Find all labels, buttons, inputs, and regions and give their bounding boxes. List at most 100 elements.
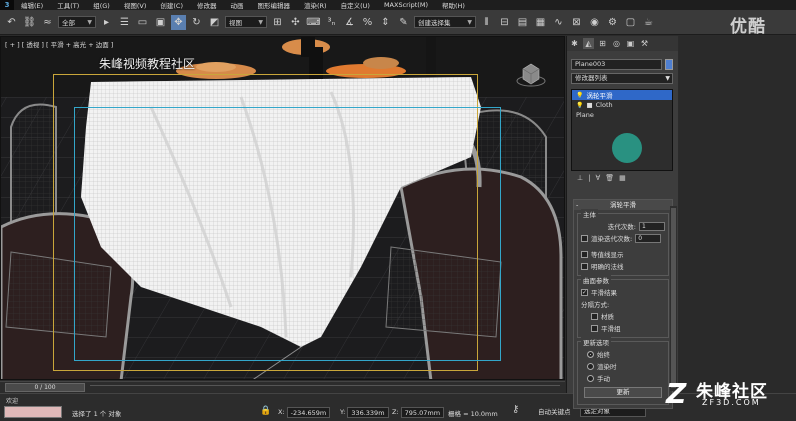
edit-named-selection-icon[interactable]: ✎ [396, 15, 411, 30]
menu-graph-editors[interactable]: 图形编辑器 [251, 0, 298, 10]
menu-group[interactable]: 组(G) [86, 0, 117, 10]
menu-edit[interactable]: 编辑(E) [14, 0, 50, 10]
rect-selection-icon[interactable]: ▭ [135, 15, 150, 30]
coord-x[interactable]: X: -234.659m [278, 406, 331, 418]
smoothing-groups-checkbox[interactable] [591, 324, 598, 332]
display-tab-icon[interactable]: ▣ [625, 38, 636, 49]
when-rendering-radio[interactable] [587, 362, 594, 370]
selection-status-text: 选择了 1 个 对象 [72, 410, 122, 418]
pin-stack-icon[interactable]: ⊥ [577, 174, 583, 184]
show-end-result-icon[interactable]: | [588, 174, 590, 184]
render-frame-icon[interactable]: ▢ [623, 15, 638, 30]
render-iters-checkbox[interactable] [581, 234, 588, 242]
materials-checkbox[interactable] [591, 312, 598, 320]
stack-item-cloth[interactable]: 💡 ■ Cloth [572, 100, 672, 110]
manually-radio[interactable] [587, 374, 594, 382]
cloth-box-icon: ■ [586, 101, 593, 109]
render-iters-spinner[interactable]: 0 [635, 233, 662, 243]
coord-z[interactable]: Z: 795.07mm [392, 406, 445, 418]
utilities-tab-icon[interactable]: ⚒ [639, 38, 650, 49]
layer-manager-icon[interactable]: ▤ [515, 15, 530, 30]
timeline-track[interactable] [90, 385, 560, 390]
maxscript-listener-label: 欢迎 [6, 398, 19, 405]
time-slider[interactable]: 0 / 100 [5, 383, 85, 392]
configure-sets-icon[interactable]: ▦ [619, 174, 626, 184]
app-logo-icon[interactable]: 3 [0, 0, 14, 10]
key-icon[interactable]: ⚷ [512, 404, 519, 415]
menu-maxscript[interactable]: MAXScript(M) [377, 1, 435, 9]
chevron-down-icon: ▼ [665, 75, 670, 82]
remove-modifier-icon[interactable]: 🗑 [605, 174, 614, 184]
hierarchy-tab-icon[interactable]: ⊞ [597, 38, 608, 49]
panel-scrollbar[interactable] [670, 206, 677, 391]
menu-animation[interactable]: 动画 [224, 0, 251, 10]
select-scale-icon[interactable]: ◩ [207, 15, 222, 30]
modify-tab-icon[interactable]: ◭ [583, 38, 594, 49]
menu-help[interactable]: 帮助(H) [435, 0, 472, 10]
object-color-swatch[interactable] [665, 59, 673, 70]
select-manipulate-icon[interactable]: ✣ [288, 15, 303, 30]
menu-modifiers[interactable]: 修改器 [190, 0, 224, 10]
coord-z-value[interactable]: 795.07mm [400, 406, 445, 418]
select-object-icon[interactable]: ▸ [99, 15, 114, 30]
viewcube-icon[interactable] [516, 59, 546, 89]
angle-snap-icon[interactable]: ∡ [342, 15, 357, 30]
curve-editor-icon[interactable]: ∿ [551, 15, 566, 30]
autokey-button[interactable]: 自动关键点 [538, 406, 571, 416]
window-crossing-icon[interactable]: ▣ [153, 15, 168, 30]
select-move-icon[interactable]: ✥ [171, 14, 186, 30]
isoline-checkbox[interactable] [581, 250, 588, 258]
menu-views[interactable]: 视图(V) [117, 0, 154, 10]
modifier-list-dropdown[interactable]: 修改器列表 ▼ [571, 73, 673, 84]
maxscript-mini-listener[interactable] [4, 406, 62, 418]
menu-customize[interactable]: 自定义(U) [334, 0, 377, 10]
update-button[interactable]: 更新 [584, 387, 662, 398]
selection-filter-dropdown[interactable]: 全部 ▼ [58, 16, 96, 28]
stack-item-plane[interactable]: Plane [572, 110, 672, 120]
menu-tools[interactable]: 工具(T) [50, 0, 86, 10]
select-by-name-icon[interactable]: ☰ [117, 15, 132, 30]
named-selection-dropdown[interactable]: 创建选择集 ▼ [414, 16, 476, 28]
mirror-icon[interactable]: ⫴ [479, 15, 494, 30]
coord-y-value[interactable]: 336.339m [347, 406, 389, 418]
stack-item-turbosmooth[interactable]: 💡 涡轮平滑 [572, 90, 672, 100]
smooth-result-checkbox[interactable]: ✓ [581, 288, 588, 296]
viewport-watermark: 朱峰视频教程社区 [99, 57, 196, 71]
align-icon[interactable]: ⊟ [497, 15, 512, 30]
coord-y[interactable]: Y: 336.339m [340, 406, 389, 418]
surface-group: 曲面参数 ✓ 平滑结果 分隔方式: 材质 平滑组 [577, 275, 669, 338]
perspective-viewport[interactable]: [ + ] [ 透视 ] [ 平滑 + 高光 + 边面 ] 朱峰视频教程社区 [0, 36, 565, 380]
viewport-label[interactable]: [ + ] [ 透视 ] [ 平滑 + 高光 + 边面 ] [5, 39, 113, 49]
explicit-normals-checkbox[interactable] [581, 262, 588, 270]
light-bulb-icon[interactable]: 💡 [576, 102, 583, 109]
schematic-view-icon[interactable]: ⊠ [569, 15, 584, 30]
link-icon[interactable]: ⛓ [22, 15, 37, 30]
motion-tab-icon[interactable]: ◎ [611, 38, 622, 49]
iterations-spinner[interactable]: 1 [639, 221, 665, 231]
light-bulb-icon[interactable]: 💡 [576, 92, 583, 99]
brand-url: ZF3D.COM [702, 398, 761, 407]
percent-snap-icon[interactable]: % [360, 15, 375, 30]
pivot-center-icon[interactable]: ⊞ [270, 15, 285, 30]
render-icon[interactable]: ☕ [641, 15, 656, 30]
menu-create[interactable]: 创建(C) [153, 0, 190, 10]
render-setup-icon[interactable]: ⚙ [605, 15, 620, 30]
menu-rendering[interactable]: 渲染(R) [297, 0, 334, 10]
collapse-icon[interactable]: - [576, 200, 578, 210]
scroll-thumb[interactable] [671, 208, 676, 388]
spinner-snap-icon[interactable]: ⇕ [378, 15, 393, 30]
graphite-toolbar-icon[interactable]: ▦ [533, 15, 548, 30]
lock-selection-icon[interactable]: 🔒 [260, 406, 271, 416]
make-unique-icon[interactable]: ∀ [595, 174, 600, 184]
undo-icon[interactable]: ↶ [4, 15, 19, 30]
snap-icon[interactable]: ³ₙ [324, 15, 339, 30]
ref-coord-dropdown[interactable]: 视图 ▼ [225, 16, 267, 28]
object-name-field[interactable]: Plane003 [571, 59, 662, 70]
always-radio[interactable] [587, 350, 594, 358]
material-editor-icon[interactable]: ◉ [587, 15, 602, 30]
keyboard-shortcut-icon[interactable]: ⌨ [306, 15, 321, 30]
create-tab-icon[interactable]: ✱ [569, 38, 580, 49]
coord-x-value[interactable]: -234.659m [286, 406, 331, 418]
bind-spacewarp-icon[interactable]: ≈ [40, 15, 55, 30]
select-rotate-icon[interactable]: ↻ [189, 15, 204, 30]
